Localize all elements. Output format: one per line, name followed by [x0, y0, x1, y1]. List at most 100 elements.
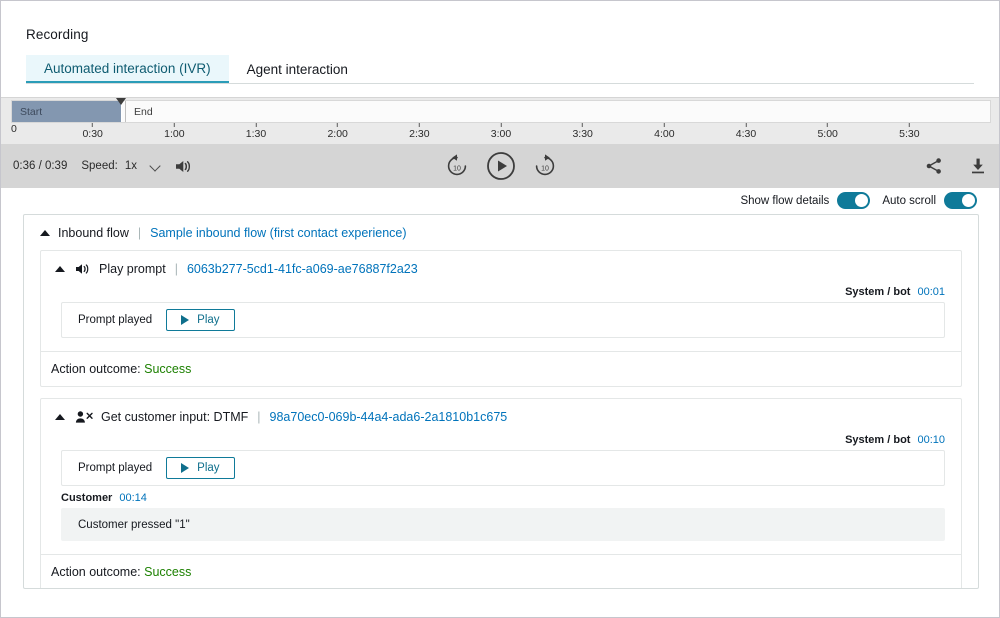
speed-value: 1x	[125, 160, 137, 172]
speed-label: Speed:	[81, 160, 117, 172]
play-prompt-button-label: Play	[197, 462, 219, 474]
chevron-down-icon[interactable]	[150, 161, 161, 172]
flow-header: Inbound flow | Sample inbound flow (firs…	[24, 215, 978, 250]
play-button[interactable]	[486, 151, 516, 181]
tick-label: 1:00	[164, 128, 184, 140]
tick-mark	[92, 123, 93, 127]
entry-timestamp: 00:10	[917, 434, 945, 446]
volume-icon[interactable]	[175, 159, 192, 174]
toggle-auto-scroll-switch[interactable]	[944, 192, 977, 209]
entry-actor-name: Customer	[61, 492, 112, 504]
page-title: Recording	[26, 27, 88, 42]
action-outcome: Action outcome: Success	[41, 352, 961, 386]
tick-label: 2:30	[409, 128, 429, 140]
tick-mark	[664, 123, 665, 127]
step-id-link[interactable]: 6063b277-5cd1-41fc-a069-ae76887f2a23	[187, 262, 418, 276]
player-controls-right	[925, 144, 987, 188]
step-title: Play prompt	[99, 262, 166, 276]
tick-label: 0	[11, 123, 17, 135]
tick-mark	[827, 123, 828, 127]
rewind-10-icon[interactable]: 10	[444, 153, 470, 179]
toggle-show-flow-details[interactable]: Show flow details	[740, 192, 870, 209]
action-outcome-label: Action outcome:	[51, 565, 144, 579]
customer-input-icon	[75, 410, 93, 424]
tab-bar: Automated interaction (IVR) Agent intera…	[26, 55, 974, 84]
timeline-tick: 3:00	[491, 123, 511, 140]
flow-transcript-panel: Inbound flow | Sample inbound flow (firs…	[23, 214, 979, 589]
timeline: Start End 0 0:30 1:00 1:30 2:00 2:30 3:00 3:30 4…	[1, 97, 1000, 144]
svg-text:10: 10	[453, 165, 461, 172]
tick-mark	[419, 123, 420, 127]
step-id-link[interactable]: 98a70ec0-069b-44a4-ada6-2a1810b1c675	[270, 410, 508, 424]
download-icon[interactable]	[969, 157, 987, 175]
tick-label: 2:00	[327, 128, 347, 140]
timeline-end-label: End	[126, 106, 153, 118]
entry-bubble: Prompt played Play	[61, 450, 945, 486]
play-prompt-button-label: Play	[197, 314, 219, 326]
timeline-tick: 3:30	[572, 123, 592, 140]
tick-label: 3:30	[572, 128, 592, 140]
timeline-segment-end[interactable]: End	[125, 101, 990, 122]
chevron-up-icon[interactable]	[40, 230, 50, 236]
entry-actor-row: System / bot 00:10	[41, 428, 961, 450]
timeline-tick: 2:00	[327, 123, 347, 140]
timeline-tick: 1:30	[246, 123, 266, 140]
prompt-played-label: Prompt played	[78, 314, 152, 326]
toggle-auto-scroll-label: Auto scroll	[882, 195, 936, 207]
timeline-tick: 0:30	[82, 123, 102, 140]
tab-agent-interaction[interactable]: Agent interaction	[229, 55, 366, 83]
tab-automated-interaction[interactable]: Automated interaction (IVR)	[26, 55, 229, 83]
action-outcome-value: Success	[144, 362, 191, 376]
toggle-auto-scroll[interactable]: Auto scroll	[882, 192, 977, 209]
svg-text:10: 10	[541, 165, 549, 172]
prompt-played-label: Prompt played	[78, 462, 152, 474]
timeline-tick: 5:00	[817, 123, 837, 140]
chevron-up-icon[interactable]	[55, 266, 65, 272]
play-prompt-button[interactable]: Play	[166, 457, 234, 479]
tick-label: 0:30	[82, 128, 102, 140]
share-icon[interactable]	[925, 157, 943, 175]
tick-label: 4:00	[654, 128, 674, 140]
flow-step-card: Play prompt | 6063b277-5cd1-41fc-a069-ae…	[40, 250, 962, 387]
timeline-tick: 4:30	[736, 123, 756, 140]
tick-mark	[909, 123, 910, 127]
chevron-up-icon[interactable]	[55, 414, 65, 420]
customer-input-text: Customer pressed "1"	[78, 519, 190, 531]
timeline-tick: 0	[11, 123, 17, 135]
timeline-playhead-marker[interactable]	[116, 98, 126, 105]
player-controls-left: 0:36 / 0:39 Speed: 1x	[13, 144, 192, 188]
tick-mark	[501, 123, 502, 127]
tick-mark	[337, 123, 338, 127]
timeline-tick: 1:00	[164, 123, 184, 140]
tick-mark	[174, 123, 175, 127]
timeline-track[interactable]: Start End	[11, 100, 991, 123]
entry-timestamp: 00:01	[917, 286, 945, 298]
player-controls: 0:36 / 0:39 Speed: 1x 10	[1, 144, 1000, 188]
entry-actor-row: Customer 00:14	[41, 486, 961, 508]
tick-label: 1:30	[246, 128, 266, 140]
play-prompt-button[interactable]: Play	[166, 309, 234, 331]
tick-mark	[746, 123, 747, 127]
entry-actor-row: System / bot 00:01	[41, 280, 961, 302]
flow-step-card: Get customer input: DTMF | 98a70ec0-069b…	[40, 398, 962, 589]
toggle-show-flow-details-switch[interactable]	[837, 192, 870, 209]
play-triangle-icon	[181, 463, 189, 473]
view-options: Show flow details Auto scroll	[740, 192, 977, 209]
timeline-start-label: Start	[12, 106, 42, 118]
step-separator: |	[175, 262, 178, 276]
tick-label: 5:30	[899, 128, 919, 140]
flow-separator: |	[138, 226, 141, 240]
recording-screen: Recording Automated interaction (IVR) Ag…	[0, 0, 1000, 618]
flow-link[interactable]: Sample inbound flow (first contact exper…	[150, 226, 406, 240]
timeline-segment-start[interactable]: Start	[12, 101, 122, 122]
playback-time: 0:36 / 0:39	[13, 160, 67, 172]
speed-control[interactable]: Speed: 1x	[81, 160, 161, 172]
timeline-tick: 4:00	[654, 123, 674, 140]
timeline-tick: 5:30	[899, 123, 919, 140]
step-header: Get customer input: DTMF | 98a70ec0-069b…	[41, 399, 961, 428]
action-outcome: Action outcome: Success	[41, 555, 961, 589]
tick-label: 3:00	[491, 128, 511, 140]
forward-10-icon[interactable]: 10	[532, 153, 558, 179]
tick-mark	[582, 123, 583, 127]
toggle-show-flow-details-label: Show flow details	[740, 195, 829, 207]
